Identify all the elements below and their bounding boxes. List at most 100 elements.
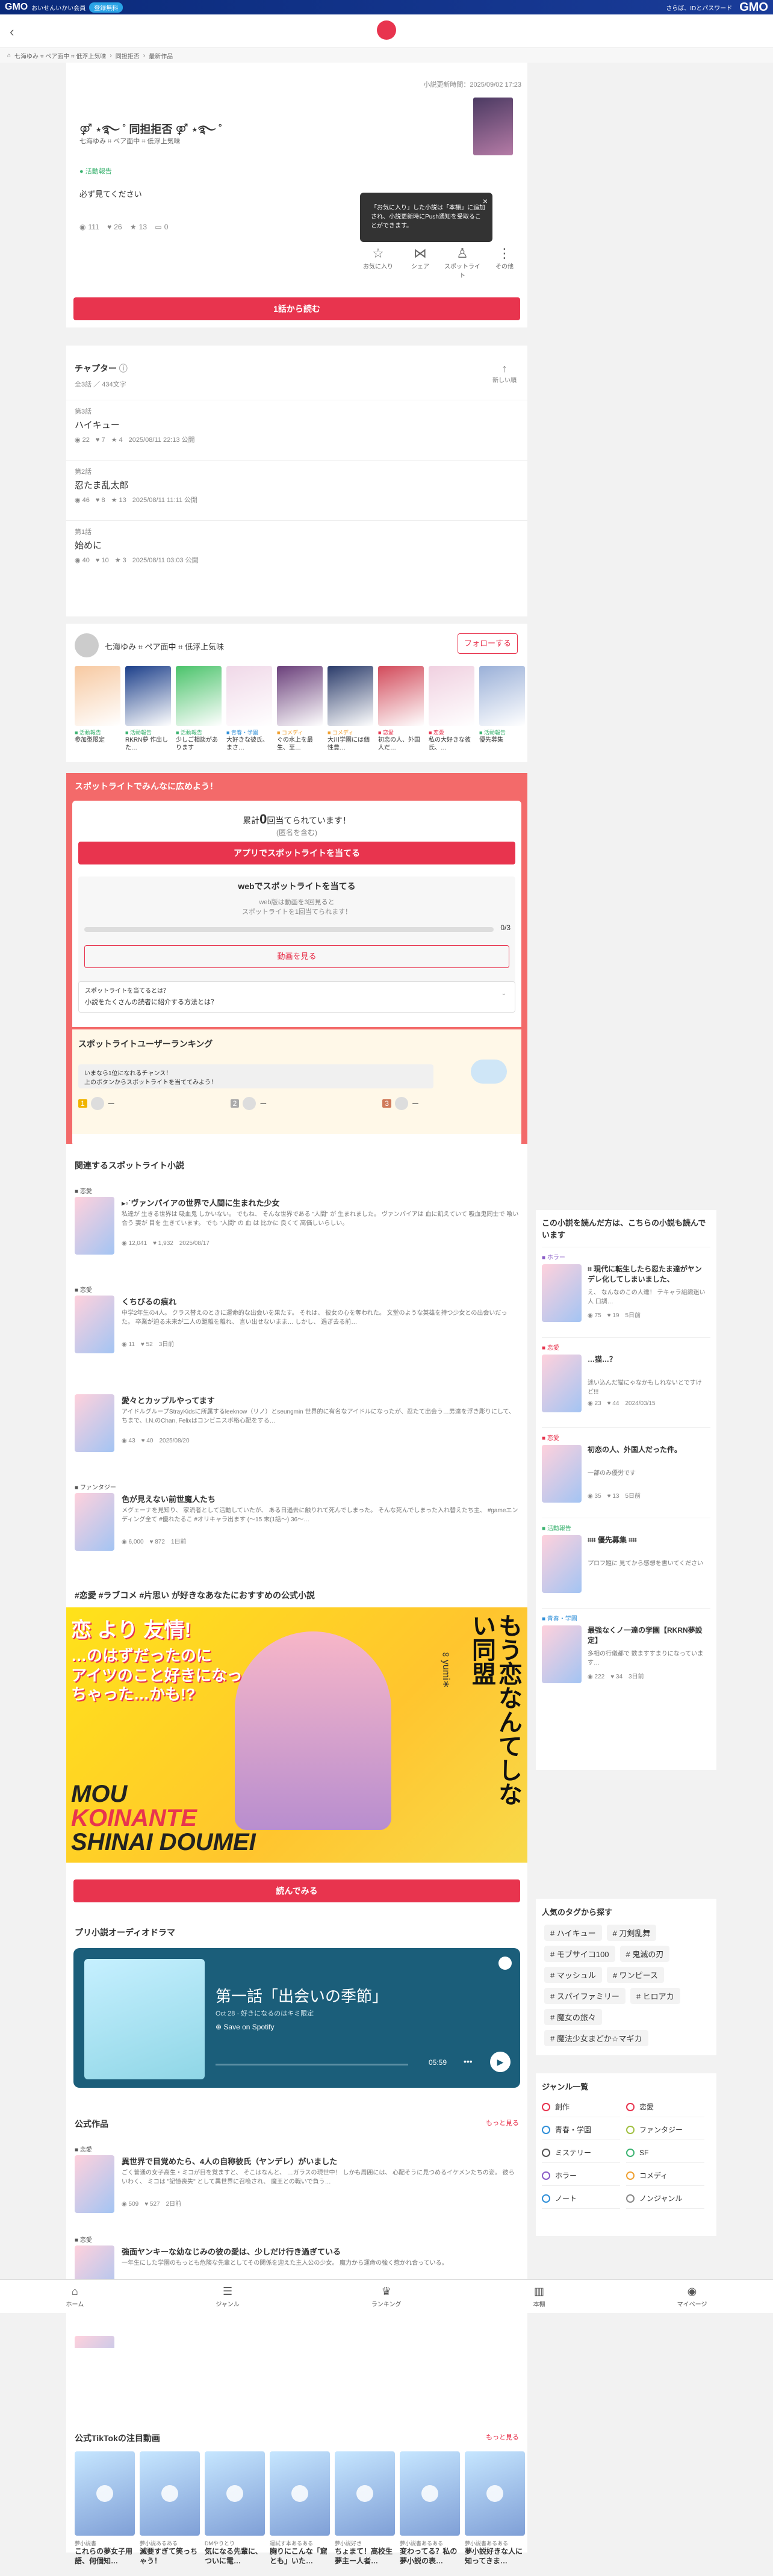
novel-item[interactable]: 愛々とカップルやってます アイドルグループStrayKidsに所属するleekno… [66,1377,527,1470]
author-work[interactable]: ■ 恋愛 私の大好きな彼氏、… [429,666,474,762]
tiktok-video[interactable]: 夢小説好き ちょまて！高校生夢主ー人者… [335,2451,395,2566]
tag-chip[interactable]: # 鬼滅の刃 [619,1946,670,1962]
reco-views: ◉ 35 [588,1493,601,1500]
genre-link[interactable]: 創作 [542,2097,620,2117]
main-column: 小説更新時間：2025/09/02 17:23 ⚤ ⋆࿐ ˚ 同担拒否 ⚤ ⋆࿐… [66,63,527,2565]
tiktok-video[interactable]: 夢小説書 これらの夢女子用語、何個知… [75,2451,135,2566]
author-work[interactable]: ■ コメディ 大川学園には個性豊… [328,666,373,762]
tag-chip[interactable]: # ワンピース [606,1967,665,1983]
home-icon[interactable]: ⌂ [7,52,11,59]
chapter-views: ◉ 22 [75,436,90,444]
tag-chip[interactable]: # スパイファミリー [544,1988,626,2004]
gmo-banner[interactable]: GMO おいせんいかい会員 登録無料 さらば、IDとパスワード GMO [0,0,773,14]
bottom-nav-label: マイページ [677,2301,707,2308]
story-author[interactable]: 七海ゆみ ⌗ ペア面中 ⌗ 低浮上気味 [79,136,181,146]
tiktok-video[interactable]: 夢小説あるある 滅要すぎて笑っちゃう！ [140,2451,200,2566]
reco-genre: ■ 青春・学園 [542,1616,577,1622]
reco-item[interactable]: ■ ホラー ⌗ 現代に転生したら忍たま達がヤンデレ化してしまいました、 え、 なんな… [542,1247,710,1337]
breadcrumb-author[interactable]: 七海ゆみ ⌗ ペア面中 ⌗ 低浮上気味 [14,51,106,60]
user-icon: ◉ [687,2285,697,2297]
spotify-save[interactable]: ⊕ Save on Spotify [216,2023,274,2031]
bottom-nav-item[interactable]: ◉ マイページ [677,2285,707,2308]
rank-number: 3 [382,1099,391,1108]
tiktok-video[interactable]: 夢小説書あるある 変わってる？私の夢小説の表… [400,2451,460,2566]
video-progress-bar [84,927,494,932]
author-work[interactable]: ■ 活動報告 参加型限定 [75,666,120,762]
more-horizontal-icon[interactable]: ••• [464,2056,473,2066]
author-work[interactable]: ■ コメディ ぐの水上を最生、至… [277,666,323,762]
tag-chip[interactable]: # ハイキュー [544,1925,602,1941]
story-cover[interactable] [473,98,513,155]
chapter-stars: ★ 4 [111,436,123,444]
author-name[interactable]: 七海ゆみ ⌗ ペア面中 ⌗ 低浮上気味 [105,641,224,652]
genre-link[interactable]: ノンジャンル [626,2188,704,2209]
novel-item[interactable]: ■ 恋愛 異世界で目覚めたら、4人の自称彼氏（ヤンデレ）がいました ごく普通の女子高… [66,2138,527,2223]
tag-chip[interactable]: # ヒロアカ [630,1988,680,2004]
genre-link[interactable]: ミステリー [542,2143,620,2163]
site-logo-icon[interactable] [377,20,396,40]
reco-item[interactable]: ■ 恋愛 初恋の人、外国人だった件。 一部のみ優労です ◉ 35 ♥ 13 5日前 [542,1427,710,1518]
play-icon[interactable]: ▶ [490,2052,511,2072]
reco-stats: ◉ 222 ♥ 34 3日前 [588,1671,650,1680]
spotlight-button[interactable]: ♙ スポットライト [444,246,480,279]
watch-video-button[interactable]: 動画を見る [84,945,509,968]
audio-scrubber[interactable] [216,2064,408,2065]
reco-item[interactable]: ■ 恋愛 …猫…？ 迷い込んだ猫にゃなかもしれないとですけど!!! ◉ 23 ♥ 44 2… [542,1337,710,1427]
tiktok-video[interactable]: 運試す本あるある 胸りにこんな「窟とも」いた… [270,2451,330,2566]
back-arrow-icon[interactable]: ‹ [10,24,14,40]
share-button[interactable]: ⋈ シェア [402,246,438,279]
genre-link[interactable]: コメディ [626,2165,704,2186]
author-work[interactable]: ■ 活動報告 RKRN夢 作出した… [125,666,171,762]
author-avatar[interactable] [75,633,99,657]
tiktok-video[interactable]: DMやりとり 気になる先輩に、 ついに電… [205,2451,265,2566]
close-icon[interactable]: × [483,195,488,208]
chapter-item[interactable]: 第3話 ハイキュー ◉ 22 ♥ 7 ★ 4 2025/08/11 22:13 公開 [66,400,527,455]
tag-chip[interactable]: # モブサイコ100 [544,1946,615,1962]
favorite-button[interactable]: ☆ お気に入り [360,246,396,279]
tag-chip[interactable]: # 魔女の旅々 [544,2009,602,2025]
genre-link[interactable]: ノート [542,2188,620,2209]
genre-link[interactable]: SF [626,2143,704,2163]
author-work[interactable]: ■ 活動報告 少しご相談があります [176,666,222,762]
author-work[interactable]: ■ 青春・学園 大好きな彼氏、まさ… [226,666,272,762]
chapter-item[interactable]: 第2話 忍たま乱太郎 ◉ 46 ♥ 8 ★ 13 2025/08/11 11:11 公開 [66,460,527,515]
reco-cover [542,1445,582,1503]
spotify-embed[interactable]: 第一話「出会いの季節」 Oct 28 · 好きになるのはキミ限定 ⊕ Save … [73,1948,520,2088]
sort-newest-button[interactable]: ↑ 新しい順 [492,362,517,384]
tiktok-more-link[interactable]: もっと見る [486,2432,519,2442]
genre-link[interactable]: 恋愛 [626,2097,704,2117]
genre-link[interactable]: 青春・学園 [542,2120,620,2140]
bottom-nav-item[interactable]: ▥ 本棚 [533,2285,545,2308]
bottom-nav-item[interactable]: ☰ ジャンル [216,2285,240,2308]
chapter-item[interactable]: 第1話 始めに ◉ 40 ♥ 10 ★ 3 2025/08/11 03:03 公開 [66,520,527,576]
author-work[interactable]: ■ 活動報告 優先募集 [479,666,525,762]
novel-desc: 一年生にした学園のもっとも危険な先輩としてその関係を迎えた主人公の少女。 魔力か… [122,2260,448,2267]
bottom-nav-item[interactable]: ⌂ ホーム [66,2285,84,2308]
reco-item[interactable]: ■ 活動報告 ⌗⌗ 優先募集 ⌗⌗ プロフ題に 見てから感想を書いてください [542,1518,710,1608]
more-button[interactable]: ⋮ その他 [486,246,523,279]
app-spotlight-button[interactable]: アプリでスポットライトを当てる [78,842,515,864]
genre-link[interactable]: ファンタジー [626,2120,704,2140]
video-progress-text: 0/3 [500,923,511,932]
breadcrumb-story[interactable]: 同担拒否 [116,51,140,60]
tag-chip[interactable]: # 刀剣乱舞 [606,1925,657,1941]
novel-item[interactable]: ■ 恋愛 ▸◦˙ヴァンパイアの世界で人間に生まれた少女 私達が 生きる世界は 吸血鬼… [66,1180,527,1273]
novel-item[interactable]: ■ ファンタジー 色が見えない前世魔人たち メグェーナを見知り、 家流者として活動し… [66,1476,527,1569]
bottom-nav-item[interactable]: ♛ ランキング [371,2285,402,2308]
author-work[interactable]: ■ 恋愛 初恋の人、外国人だ… [378,666,424,762]
spotlight-faq[interactable]: スポットライトを当てるとは？ 小説をたくさんの読者に紹介する方法とは？ ⌄ [78,981,515,1013]
genre-link[interactable]: ホラー [542,2165,620,2186]
promo-banner[interactable]: 恋 より 友情! …のはずだったのに アイツのこと好きになっちゃった…かも!? … [66,1607,527,1863]
tag-chip[interactable]: # マッシュル [544,1967,602,1983]
gmo-banner-text: おいせんいかい会員 [31,5,86,12]
help-icon[interactable]: ⓘ [119,364,128,373]
tiktok-category: 夢小説書 [75,2540,97,2547]
read-from-first-button[interactable]: 1話から読む [73,297,520,320]
tiktok-video[interactable]: 夢小説書あるある 夢小説好きな人に知ってきま… [465,2451,525,2566]
official-more-link[interactable]: もっと見る [486,2118,519,2128]
promo-read-button[interactable]: 読んでみる [73,1879,520,1902]
novel-item[interactable]: ■ 恋愛 くちびるの痕れ 中学2年生の4人。 クラス替えのときに運命的な出会いを果た… [66,1279,527,1371]
reco-item[interactable]: ■ 青春・学園 最強なくノ一達の学園【RKRN夢設定】 多相の行儀都で 数ますすまり… [542,1608,710,1698]
follow-button[interactable]: フォローする [458,633,518,654]
tag-chip[interactable]: # 魔法少女まどか☆マギカ [544,2030,648,2046]
